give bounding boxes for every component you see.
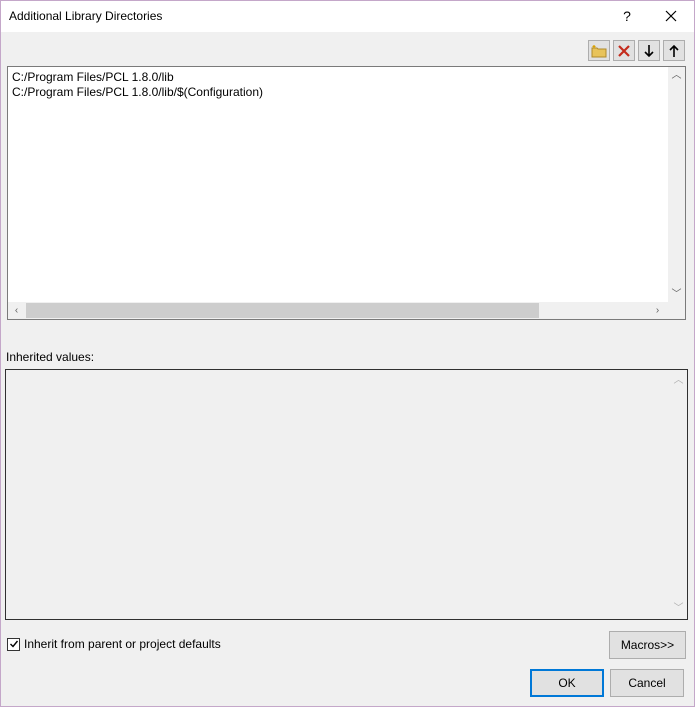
horizontal-scrollbar[interactable]: ‹ ›: [8, 302, 668, 319]
list-item[interactable]: C:/Program Files/PCL 1.8.0/lib: [12, 70, 174, 85]
close-button[interactable]: [651, 3, 691, 29]
inherited-values-box: ︿ ﹀: [5, 369, 688, 620]
arrow-down-icon: [644, 44, 654, 57]
move-down-button[interactable]: [638, 40, 660, 61]
inherit-checkbox-label[interactable]: Inherit from parent or project defaults: [24, 637, 221, 651]
title-bar: Additional Library Directories ?: [1, 1, 694, 32]
macros-button[interactable]: Macros>>: [609, 631, 686, 659]
ok-button[interactable]: OK: [530, 669, 604, 697]
cancel-button[interactable]: Cancel: [610, 669, 684, 697]
inherited-vertical-scrollbar[interactable]: ︿ ﹀: [670, 370, 687, 619]
scroll-up-icon[interactable]: ︿: [668, 67, 685, 84]
vertical-scrollbar[interactable]: ︿ ﹀: [668, 67, 685, 303]
inherited-values-label: Inherited values:: [6, 350, 95, 364]
directory-list[interactable]: C:/Program Files/PCL 1.8.0/lib C:/Progra…: [7, 66, 686, 320]
delete-icon: [618, 44, 630, 57]
scroll-down-icon[interactable]: ﹀: [670, 600, 687, 617]
dialog-window: Additional Library Directories ? C:/Prog…: [0, 0, 695, 707]
dialog-title: Additional Library Directories: [9, 9, 163, 23]
close-icon: [665, 10, 677, 22]
horizontal-scroll-thumb[interactable]: [26, 303, 539, 318]
arrow-up-icon: [669, 44, 679, 57]
inherit-checkbox[interactable]: [7, 637, 20, 651]
scroll-up-icon[interactable]: ︿: [670, 372, 687, 389]
new-line-button[interactable]: [588, 40, 610, 61]
new-folder-icon: [591, 44, 607, 57]
delete-button[interactable]: [613, 40, 635, 61]
scrollbar-corner: [668, 302, 685, 319]
scroll-left-icon[interactable]: ‹: [8, 302, 25, 319]
inherit-checkbox-row[interactable]: Inherit from parent or project defaults: [7, 636, 221, 652]
list-item[interactable]: C:/Program Files/PCL 1.8.0/lib/$(Configu…: [12, 85, 263, 100]
move-up-button[interactable]: [663, 40, 685, 61]
checkmark-icon: [9, 640, 18, 648]
help-button[interactable]: ?: [613, 5, 641, 27]
scroll-down-icon[interactable]: ﹀: [668, 286, 685, 303]
scroll-right-icon[interactable]: ›: [649, 302, 666, 319]
